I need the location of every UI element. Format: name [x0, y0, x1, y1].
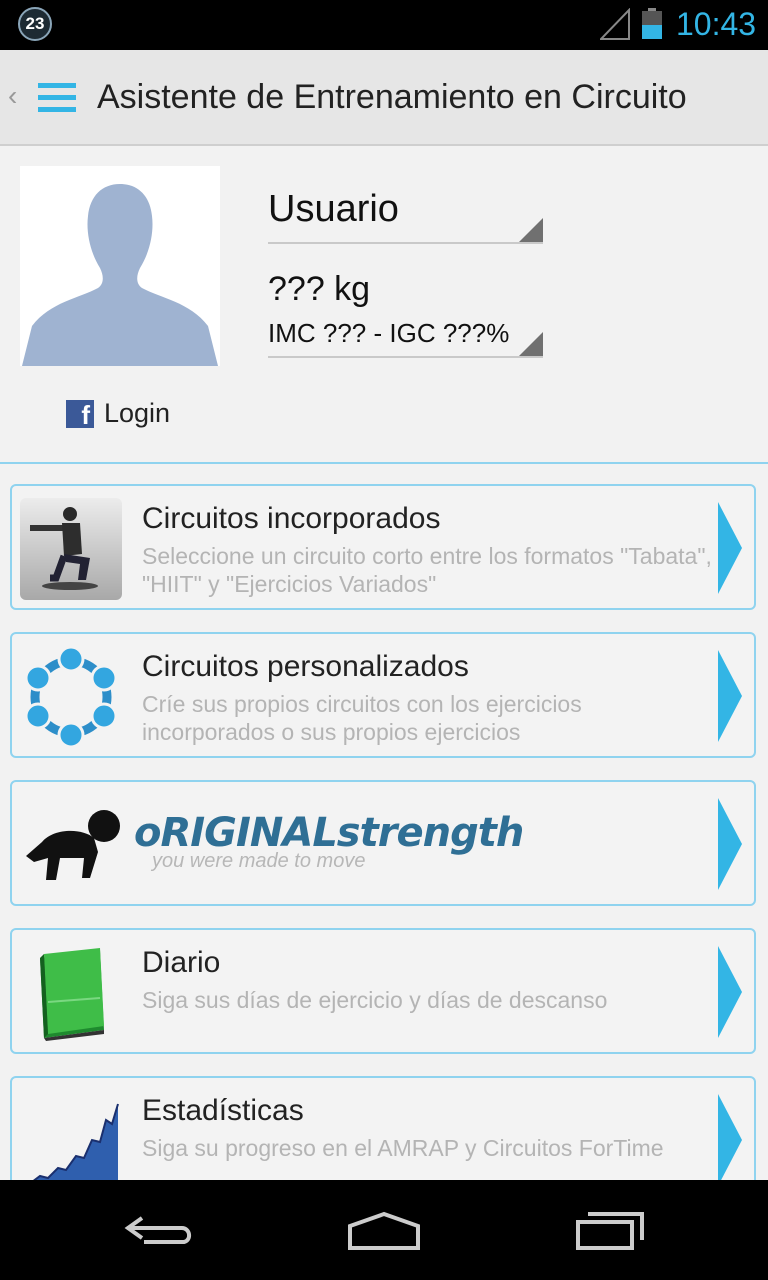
card-title: Diario [142, 946, 221, 979]
status-bar: 23 10:43 [0, 0, 768, 50]
signal-icon [600, 8, 630, 40]
user-name: Usuario [268, 188, 399, 230]
back-icon[interactable] [124, 1210, 196, 1250]
menu-icon[interactable] [38, 83, 76, 113]
notification-badge: 23 [18, 7, 52, 41]
logo-tagline: you were made to move [152, 850, 366, 872]
card-original-strength[interactable]: oRIGINALstrength you were made to move [10, 780, 756, 906]
card-diario[interactable]: Diario Siga sus días de ejercicio y días… [10, 928, 756, 1054]
weight-spinner[interactable]: ??? kg IMC ??? - IGC ???% [268, 266, 543, 358]
chevron-right-icon [718, 502, 742, 594]
card-description: Críe sus propios circuitos con los ejerc… [142, 691, 582, 745]
body-indices: IMC ??? - IGC ???% [268, 318, 510, 348]
home-icon[interactable] [346, 1210, 422, 1250]
card-circuitos-personalizados[interactable]: Circuitos personalizados Críe sus propio… [10, 632, 756, 758]
card-description: Siga sus días de ejercicio y días de des… [142, 987, 608, 1013]
card-title: Circuitos personalizados [142, 650, 469, 683]
profile-panel: Usuario ??? kg IMC ??? - IGC ???% f Logi… [0, 146, 768, 464]
chevron-right-icon [718, 946, 742, 1038]
chevron-right-icon [718, 650, 742, 742]
card-description: Seleccione un circuito corto entre los f… [142, 543, 712, 597]
card-description: Siga su progreso en el AMRAP y Circuitos… [142, 1135, 664, 1161]
card-circuitos-incorporados[interactable]: Circuitos incorporados Seleccione un cir… [10, 484, 756, 610]
clock: 10:43 [676, 6, 757, 42]
weight-value: ??? kg [268, 270, 371, 308]
chevron-left-icon[interactable]: ‹ [8, 80, 17, 112]
navigation-bar [0, 1180, 768, 1280]
green-book-icon [40, 948, 104, 1041]
card-title: Circuitos incorporados [142, 502, 441, 535]
card-title: Estadísticas [142, 1094, 304, 1127]
chevron-right-icon [718, 1094, 742, 1186]
avatar[interactable] [20, 166, 220, 366]
crawling-baby-icon [26, 810, 120, 880]
action-bar: ‹ Asistente de Entrenamiento en Circuito [0, 50, 768, 146]
circle-nodes-icon [24, 646, 118, 748]
user-silhouette-icon [22, 184, 218, 366]
growth-chart-icon [23, 1103, 119, 1192]
chevron-right-icon [718, 798, 742, 890]
exercise-photo-icon [20, 498, 122, 600]
facebook-icon: f [66, 400, 94, 428]
facebook-login-label: Login [104, 398, 171, 428]
recent-apps-icon[interactable] [574, 1210, 646, 1250]
user-spinner[interactable]: Usuario [268, 186, 543, 244]
dropdown-corner-icon [519, 332, 543, 356]
page-title: Asistente de Entrenamiento en Circuito [97, 78, 687, 116]
dropdown-corner-icon [519, 218, 543, 242]
battery-icon [642, 8, 662, 39]
